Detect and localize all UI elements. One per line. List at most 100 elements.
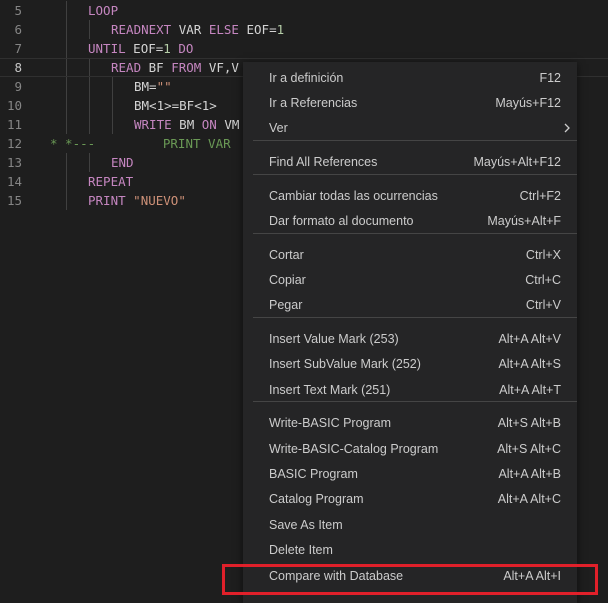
menu-item-shortcut: Alt+A Alt+C <box>497 492 561 506</box>
code-text: END <box>111 153 134 172</box>
indent-guide <box>66 153 67 172</box>
menu-item-label: Save As Item <box>269 518 343 532</box>
code-line[interactable]: 6 READNEXT VAR ELSE EOF=1 <box>0 20 608 39</box>
code-token: "NUEVO" <box>133 193 186 208</box>
line-number: 10 <box>6 98 22 113</box>
menu-item-label: Cambiar todas las ocurrencias <box>269 189 438 203</box>
menu-item-shortcut: Ctrl+C <box>525 273 561 287</box>
indent-guide <box>89 96 90 115</box>
menu-separator <box>253 401 577 402</box>
code-line[interactable]: 7 UNTIL EOF=1 DO <box>0 39 608 58</box>
code-token: READNEXT <box>111 22 172 37</box>
menu-item-label: BASIC Program <box>269 467 358 481</box>
code-token: BM <box>171 117 202 132</box>
code-token: PRINT <box>88 193 126 208</box>
menu-item-save-as-item[interactable]: Save As Item <box>243 513 577 537</box>
menu-item-shortcut: Mayús+Alt+F12 <box>473 155 561 169</box>
line-number: 7 <box>14 41 22 56</box>
line-number: 9 <box>14 79 22 94</box>
indent-guide <box>66 172 67 191</box>
menu-separator <box>253 174 577 175</box>
code-token: DO <box>178 41 194 56</box>
indent-guide <box>66 59 67 76</box>
indent-guide <box>89 115 90 134</box>
code-text: BM="" <box>134 77 172 96</box>
indent-guide <box>66 20 67 39</box>
indent-guide <box>66 191 67 210</box>
code-token: WRITE <box>134 117 172 132</box>
line-number: 6 <box>14 22 22 37</box>
line-number: 8 <box>14 60 22 75</box>
code-token: 1 <box>276 22 285 37</box>
chevron-right-icon <box>559 116 575 148</box>
line-number: 11 <box>6 117 22 132</box>
menu-item-catalog-program[interactable]: Catalog Program Alt+A Alt+C <box>243 487 577 511</box>
menu-item-cortar[interactable]: Cortar Ctrl+X <box>243 243 577 267</box>
menu-item-label: Write-BASIC-Catalog Program <box>269 442 439 456</box>
menu-item-shortcut: Mayús+F12 <box>495 96 561 110</box>
code-text: READNEXT VAR ELSE EOF=1 <box>111 20 284 39</box>
code-token: VF,V <box>201 60 239 75</box>
menu-separator <box>253 140 577 141</box>
code-token: FROM <box>171 60 202 75</box>
menu-item-label: Write-BASIC Program <box>269 416 392 430</box>
menu-item-shortcut: Alt+S Alt+C <box>497 442 561 456</box>
menu-item-shortcut: Alt+S Alt+B <box>497 416 561 430</box>
menu-item-shortcut: Mayús+Alt+F <box>487 214 561 228</box>
menu-item-cambiar-todas-las-ocurrencias[interactable]: Cambiar todas las ocurrencias Ctrl+F2 <box>243 184 577 208</box>
code-text: READ BF FROM VF,V <box>111 59 239 76</box>
code-text: REPEAT <box>88 172 133 191</box>
code-token: "" <box>156 79 172 94</box>
context-menu: Ir a definición F12 Ir a Referencias Mayús+… <box>243 62 577 603</box>
menu-item-label: Copiar <box>269 273 306 287</box>
code-text: LOOP <box>88 1 118 20</box>
menu-item-pegar[interactable]: Pegar Ctrl+V <box>243 293 577 317</box>
line-number: 13 <box>6 155 22 170</box>
menu-item-shortcut: Ctrl+V <box>525 298 561 312</box>
menu-item-label: Ver <box>269 121 288 135</box>
line-number: 15 <box>6 193 22 208</box>
indent-guide <box>89 20 90 39</box>
code-token: END <box>111 155 134 170</box>
code-token: BM<1>=BF<1> <box>134 98 217 113</box>
menu-item-insert-subvalue-mark-252[interactable]: Insert SubValue Mark (252) Alt+A Alt+S <box>243 352 577 376</box>
menu-item-copiar[interactable]: Copiar Ctrl+C <box>243 268 577 292</box>
menu-item-label: Delete Item <box>269 543 333 557</box>
annotation-highlight-box <box>222 564 598 595</box>
code-token: VM <box>216 117 240 132</box>
indent-guide <box>66 115 67 134</box>
indent-guide <box>66 96 67 115</box>
menu-item-basic-program[interactable]: BASIC Program Alt+A Alt+B <box>243 462 577 486</box>
menu-item-write-basic-catalog-program[interactable]: Write-BASIC-Catalog Program Alt+S Alt+C <box>243 437 577 461</box>
menu-item-dar-formato-al-documento[interactable]: Dar formato al documento Mayús+Alt+F <box>243 209 577 233</box>
menu-item-ver[interactable]: Ver <box>243 116 577 140</box>
code-token: BF <box>141 60 172 75</box>
indent-guide <box>89 153 90 172</box>
code-line[interactable]: 5 LOOP <box>0 1 608 20</box>
menu-item-label: Insert SubValue Mark (252) <box>269 357 421 371</box>
menu-item-insert-value-mark-253[interactable]: Insert Value Mark (253) Alt+A Alt+V <box>243 327 577 351</box>
menu-item-shortcut: Alt+A Alt+T <box>499 383 561 397</box>
menu-item-label: Ir a Referencias <box>269 96 358 110</box>
code-token: BM= <box>134 79 157 94</box>
menu-item-insert-text-mark-251[interactable]: Insert Text Mark (251) Alt+A Alt+T <box>243 378 577 402</box>
code-token: REPEAT <box>88 174 134 189</box>
menu-item-ir-a-referencias[interactable]: Ir a Referencias Mayús+F12 <box>243 91 577 115</box>
code-text: WRITE BM ON VM <box>134 115 239 134</box>
line-number: 5 <box>14 3 22 18</box>
menu-separator <box>253 233 577 234</box>
code-token: LOOP <box>88 3 119 18</box>
code-token: * *--- PRINT VAR <box>50 136 231 151</box>
indent-guide <box>112 96 113 115</box>
code-token: 1 <box>163 41 171 56</box>
menu-item-label: Insert Text Mark (251) <box>269 383 391 397</box>
line-number: 14 <box>6 174 22 189</box>
menu-item-write-basic-program[interactable]: Write-BASIC Program Alt+S Alt+B <box>243 411 577 435</box>
menu-item-ir-a-definici-n[interactable]: Ir a definición F12 <box>243 66 577 90</box>
menu-item-delete-item[interactable]: Delete Item <box>243 538 577 562</box>
code-token: EOF= <box>125 41 164 56</box>
code-token: VAR <box>171 22 209 37</box>
menu-item-shortcut: Ctrl+F2 <box>519 189 561 203</box>
menu-item-find-all-references[interactable]: Find All References Mayús+Alt+F12 <box>243 150 577 174</box>
menu-separator <box>253 317 577 318</box>
